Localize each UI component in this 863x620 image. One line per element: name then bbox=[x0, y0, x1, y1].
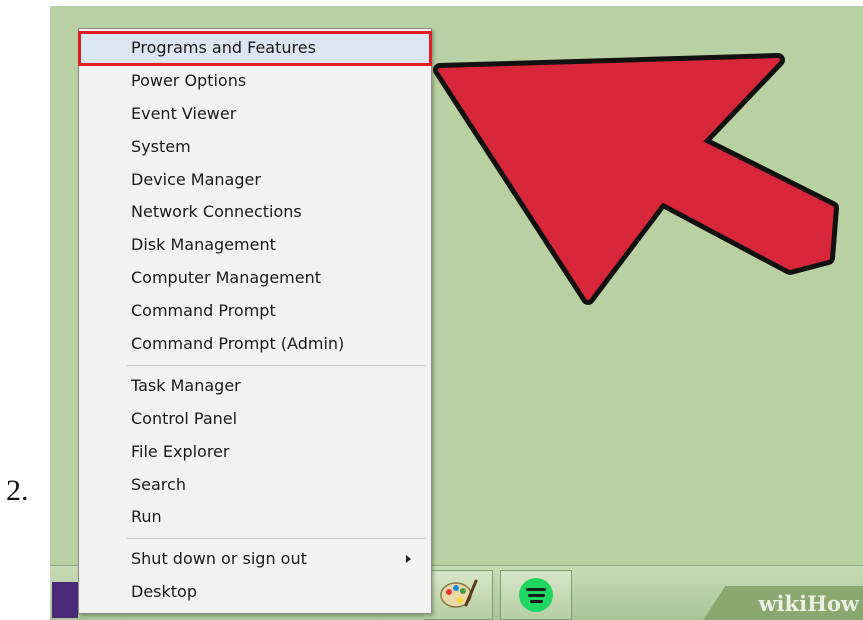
menu-item-command-prompt-admin[interactable]: Command Prompt (Admin) bbox=[79, 328, 431, 361]
watermark-wiki: wiki bbox=[758, 590, 808, 616]
menu-item-control-panel[interactable]: Control Panel bbox=[79, 403, 431, 436]
menu-item-shut-down-or-sign-out[interactable]: Shut down or sign out bbox=[79, 543, 431, 576]
menu-separator bbox=[127, 538, 425, 540]
menu-separator bbox=[127, 364, 425, 366]
page: 2. wiki How Programs and Features Power … bbox=[0, 0, 863, 620]
menu-item-computer-management[interactable]: Computer Management bbox=[79, 262, 431, 295]
wikihow-watermark: wiki How bbox=[703, 586, 863, 620]
menu-item-search[interactable]: Search bbox=[79, 469, 431, 502]
step-number: 2. bbox=[6, 474, 29, 507]
spotify-icon bbox=[519, 578, 553, 612]
start-button[interactable] bbox=[52, 582, 78, 618]
taskbar-paint-button[interactable] bbox=[424, 570, 493, 620]
menu-item-label: Shut down or sign out bbox=[131, 549, 307, 569]
menu-item-run[interactable]: Run bbox=[79, 501, 431, 534]
menu-item-programs-and-features[interactable]: Programs and Features bbox=[78, 31, 432, 66]
desktop-screenshot: wiki How Programs and Features Power Opti… bbox=[50, 6, 863, 620]
menu-item-event-viewer[interactable]: Event Viewer bbox=[79, 98, 431, 131]
power-user-menu: Programs and Features Power Options Even… bbox=[78, 28, 432, 614]
menu-item-file-explorer[interactable]: File Explorer bbox=[79, 436, 431, 469]
menu-item-command-prompt[interactable]: Command Prompt bbox=[79, 295, 431, 328]
menu-item-network-connections[interactable]: Network Connections bbox=[79, 196, 431, 229]
watermark-how: How bbox=[807, 590, 859, 616]
menu-item-device-manager[interactable]: Device Manager bbox=[79, 164, 431, 197]
menu-item-power-options[interactable]: Power Options bbox=[79, 65, 431, 98]
menu-item-system[interactable]: System bbox=[79, 131, 431, 164]
submenu-arrow-icon bbox=[406, 555, 411, 564]
paint-icon bbox=[438, 573, 478, 617]
menu-item-disk-management[interactable]: Disk Management bbox=[79, 229, 431, 262]
menu-item-desktop[interactable]: Desktop bbox=[79, 576, 431, 609]
menu-item-task-manager[interactable]: Task Manager bbox=[79, 370, 431, 403]
taskbar-spotify-button[interactable] bbox=[500, 570, 572, 620]
